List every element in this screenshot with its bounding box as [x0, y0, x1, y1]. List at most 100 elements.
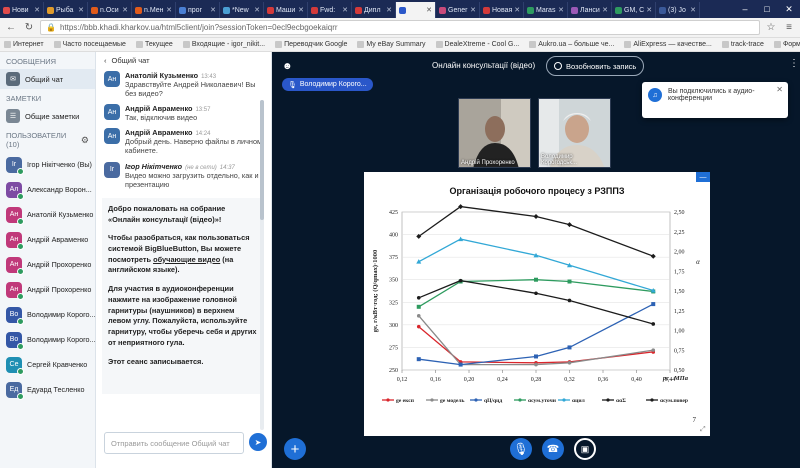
mute-button[interactable]: 🎙 [510, 438, 532, 460]
bookmark-item[interactable]: track-trace [721, 41, 764, 48]
browser-tab[interactable]: прог ✕ [176, 2, 220, 18]
chevron-left-icon[interactable]: ‹ [104, 56, 107, 65]
menu-icon[interactable]: ≡ [782, 21, 796, 35]
browser-tab[interactable]: GM, С ✕ [612, 2, 656, 18]
reload-icon[interactable]: ↻ [22, 21, 36, 35]
minimize-window-icon[interactable]: – [734, 0, 756, 18]
user-list-item[interactable]: Во Володимир Корого... [0, 327, 95, 352]
close-tab-icon[interactable]: ✕ [122, 6, 128, 14]
public-chat-item[interactable]: ✉ Общий чат [0, 69, 95, 89]
bookmark-item[interactable]: Входящие - igor_nikit... [182, 41, 265, 48]
star-icon[interactable]: ☆ [764, 21, 778, 35]
browser-tab[interactable]: Рыба ✕ [44, 2, 88, 18]
chat-scrollbar[interactable] [260, 100, 264, 430]
close-tab-icon[interactable]: ✕ [690, 6, 696, 14]
close-tab-icon[interactable]: ✕ [426, 6, 432, 14]
close-tab-icon[interactable]: ✕ [470, 6, 476, 14]
close-tab-icon[interactable]: ✕ [514, 6, 520, 14]
share-camera-button[interactable]: ▣ [574, 438, 596, 460]
close-tab-icon[interactable]: ✕ [386, 6, 392, 14]
browser-tab[interactable]: *New ✕ [220, 2, 264, 18]
back-arrow-icon[interactable]: ← [4, 21, 18, 35]
bookmark-item[interactable]: Форма пошуку | УКР... [773, 41, 800, 48]
browser-tab[interactable]: Fwd: ✕ [308, 2, 352, 18]
close-tab-icon[interactable]: ✕ [254, 6, 260, 14]
close-icon[interactable]: ✕ [776, 85, 783, 94]
tab-label: n.Оси [100, 6, 119, 14]
user-list-item[interactable]: Ir Ігор Нікітченко (Вы) [0, 152, 95, 177]
y-tick-label: 275 [389, 345, 398, 351]
user-list-item[interactable]: Во Володимир Корого... [0, 302, 95, 327]
bookmark-item[interactable]: My eBay Summary [357, 41, 426, 48]
close-window-icon[interactable]: ✕ [778, 0, 800, 18]
close-tab-icon[interactable]: ✕ [34, 6, 40, 14]
message-body: Ігор Нікітченко (не в сети) 14:37 Видео мож… [125, 162, 263, 189]
video-tile-1[interactable]: Андрій Прохоренко [458, 98, 531, 168]
chat-header[interactable]: ‹ Общий чат [96, 52, 271, 68]
more-options-icon[interactable]: ⋮ [789, 58, 799, 69]
presentation-slide[interactable]: Організація робочого процесу з РЗППЗ 250 2… [364, 172, 710, 436]
tutorial-video-link[interactable]: обучающие видео [153, 255, 220, 264]
browser-tab[interactable]: ✕ [396, 2, 436, 18]
leave-audio-button[interactable]: ☎ [542, 438, 564, 460]
browser-tab[interactable]: Нови ✕ [0, 2, 44, 18]
browser-tab[interactable]: Maras ✕ [524, 2, 568, 18]
tab-label: прог [188, 6, 203, 14]
browser-tab[interactable]: n.Мен ✕ [132, 2, 176, 18]
chat-message-input[interactable]: Отправить сообщение Общий чат [104, 432, 244, 454]
user-name: Володимир Корого... [27, 335, 95, 344]
user-list-sidebar: СООБЩЕНИЯ ✉ Общий чат ЗАМЕТКИ ☰ Общие за… [0, 52, 96, 468]
actions-plus-button[interactable]: + [284, 438, 306, 460]
chat-panel: ‹ Общий чат Ан Анатолій Кузьменко 13:43 Здр… [96, 52, 272, 468]
browser-tab[interactable]: Маши ✕ [264, 2, 308, 18]
tab-favicon-icon [3, 6, 10, 14]
browser-tab[interactable]: Дипл ✕ [352, 2, 396, 18]
maximize-window-icon[interactable]: □ [756, 0, 778, 18]
bookmark-item[interactable]: Интернет [4, 41, 44, 48]
data-point [416, 304, 421, 309]
message-body: Андрій Авраменко 13:57 Так, відключив виде… [125, 104, 210, 122]
fullscreen-icon[interactable]: ⤢ [700, 426, 708, 434]
user-list-item[interactable]: Ал Александр Ворон... [0, 177, 95, 202]
resume-recording-button[interactable]: Возобновить запись [546, 56, 645, 76]
bookmark-item[interactable]: AliExpress — качестве... [624, 41, 712, 48]
close-tab-icon[interactable]: ✕ [646, 6, 652, 14]
user-list-item[interactable]: Ан Андрій Авраменко [0, 227, 95, 252]
shared-notes-item[interactable]: ☰ Общие заметки [0, 106, 95, 126]
browser-tab[interactable]: Ланси ✕ [568, 2, 612, 18]
user-list-item[interactable]: Ан Анатолій Кузьменко [0, 202, 95, 227]
message-text: Так, відключив видео [125, 113, 198, 123]
gear-icon[interactable]: ⚙ [81, 135, 89, 146]
avatar-initials: Ан [9, 211, 19, 218]
browser-tab[interactable]: Новая ✕ [480, 2, 524, 18]
user-name: Едуард Тесленко [27, 385, 85, 394]
legend-marker [430, 398, 434, 402]
tab-label: (3) Jo [668, 6, 686, 14]
minimize-presentation-button[interactable]: — [696, 172, 710, 182]
close-tab-icon[interactable]: ✕ [78, 6, 84, 14]
user-list-item[interactable]: Се Сергей Кравченко [0, 352, 95, 377]
video-tile-2[interactable]: Володимир Корогодськ... [538, 98, 611, 168]
avatar: Ед [6, 381, 24, 400]
close-tab-icon[interactable]: ✕ [166, 6, 172, 14]
close-tab-icon[interactable]: ✕ [558, 6, 564, 14]
user-list-item[interactable]: Ан Андрій Прохоренко [0, 277, 95, 302]
close-tab-icon[interactable]: ✕ [298, 6, 304, 14]
close-tab-icon[interactable]: ✕ [210, 6, 216, 14]
microphone-status-icon [17, 367, 24, 375]
bookmark-item[interactable]: Aukro.ua – больше че... [529, 41, 614, 48]
close-tab-icon[interactable]: ✕ [602, 6, 608, 14]
send-button[interactable]: ➤ [249, 433, 267, 451]
bookmark-item[interactable]: Переводчик Google [275, 41, 347, 48]
user-list-item[interactable]: Ан Андрій Прохоренко [0, 252, 95, 277]
bookmark-item[interactable]: Текущее [135, 41, 173, 48]
user-list-item[interactable]: Ед Едуард Тесленко [0, 377, 95, 402]
browser-tab[interactable]: Gener ✕ [436, 2, 480, 18]
bookmark-item[interactable]: DealeXtreme - Cool G... [435, 41, 519, 48]
user-icon[interactable]: ☻ [282, 61, 293, 72]
bookmark-item[interactable]: Часто посещаемые [53, 41, 126, 48]
close-tab-icon[interactable]: ✕ [342, 6, 348, 14]
browser-tab[interactable]: n.Оси ✕ [88, 2, 132, 18]
url-input[interactable]: 🔒 https://bbb.khadi.kharkov.ua/html5clie… [40, 20, 760, 35]
browser-tab[interactable]: (3) Jo ✕ [656, 2, 700, 18]
